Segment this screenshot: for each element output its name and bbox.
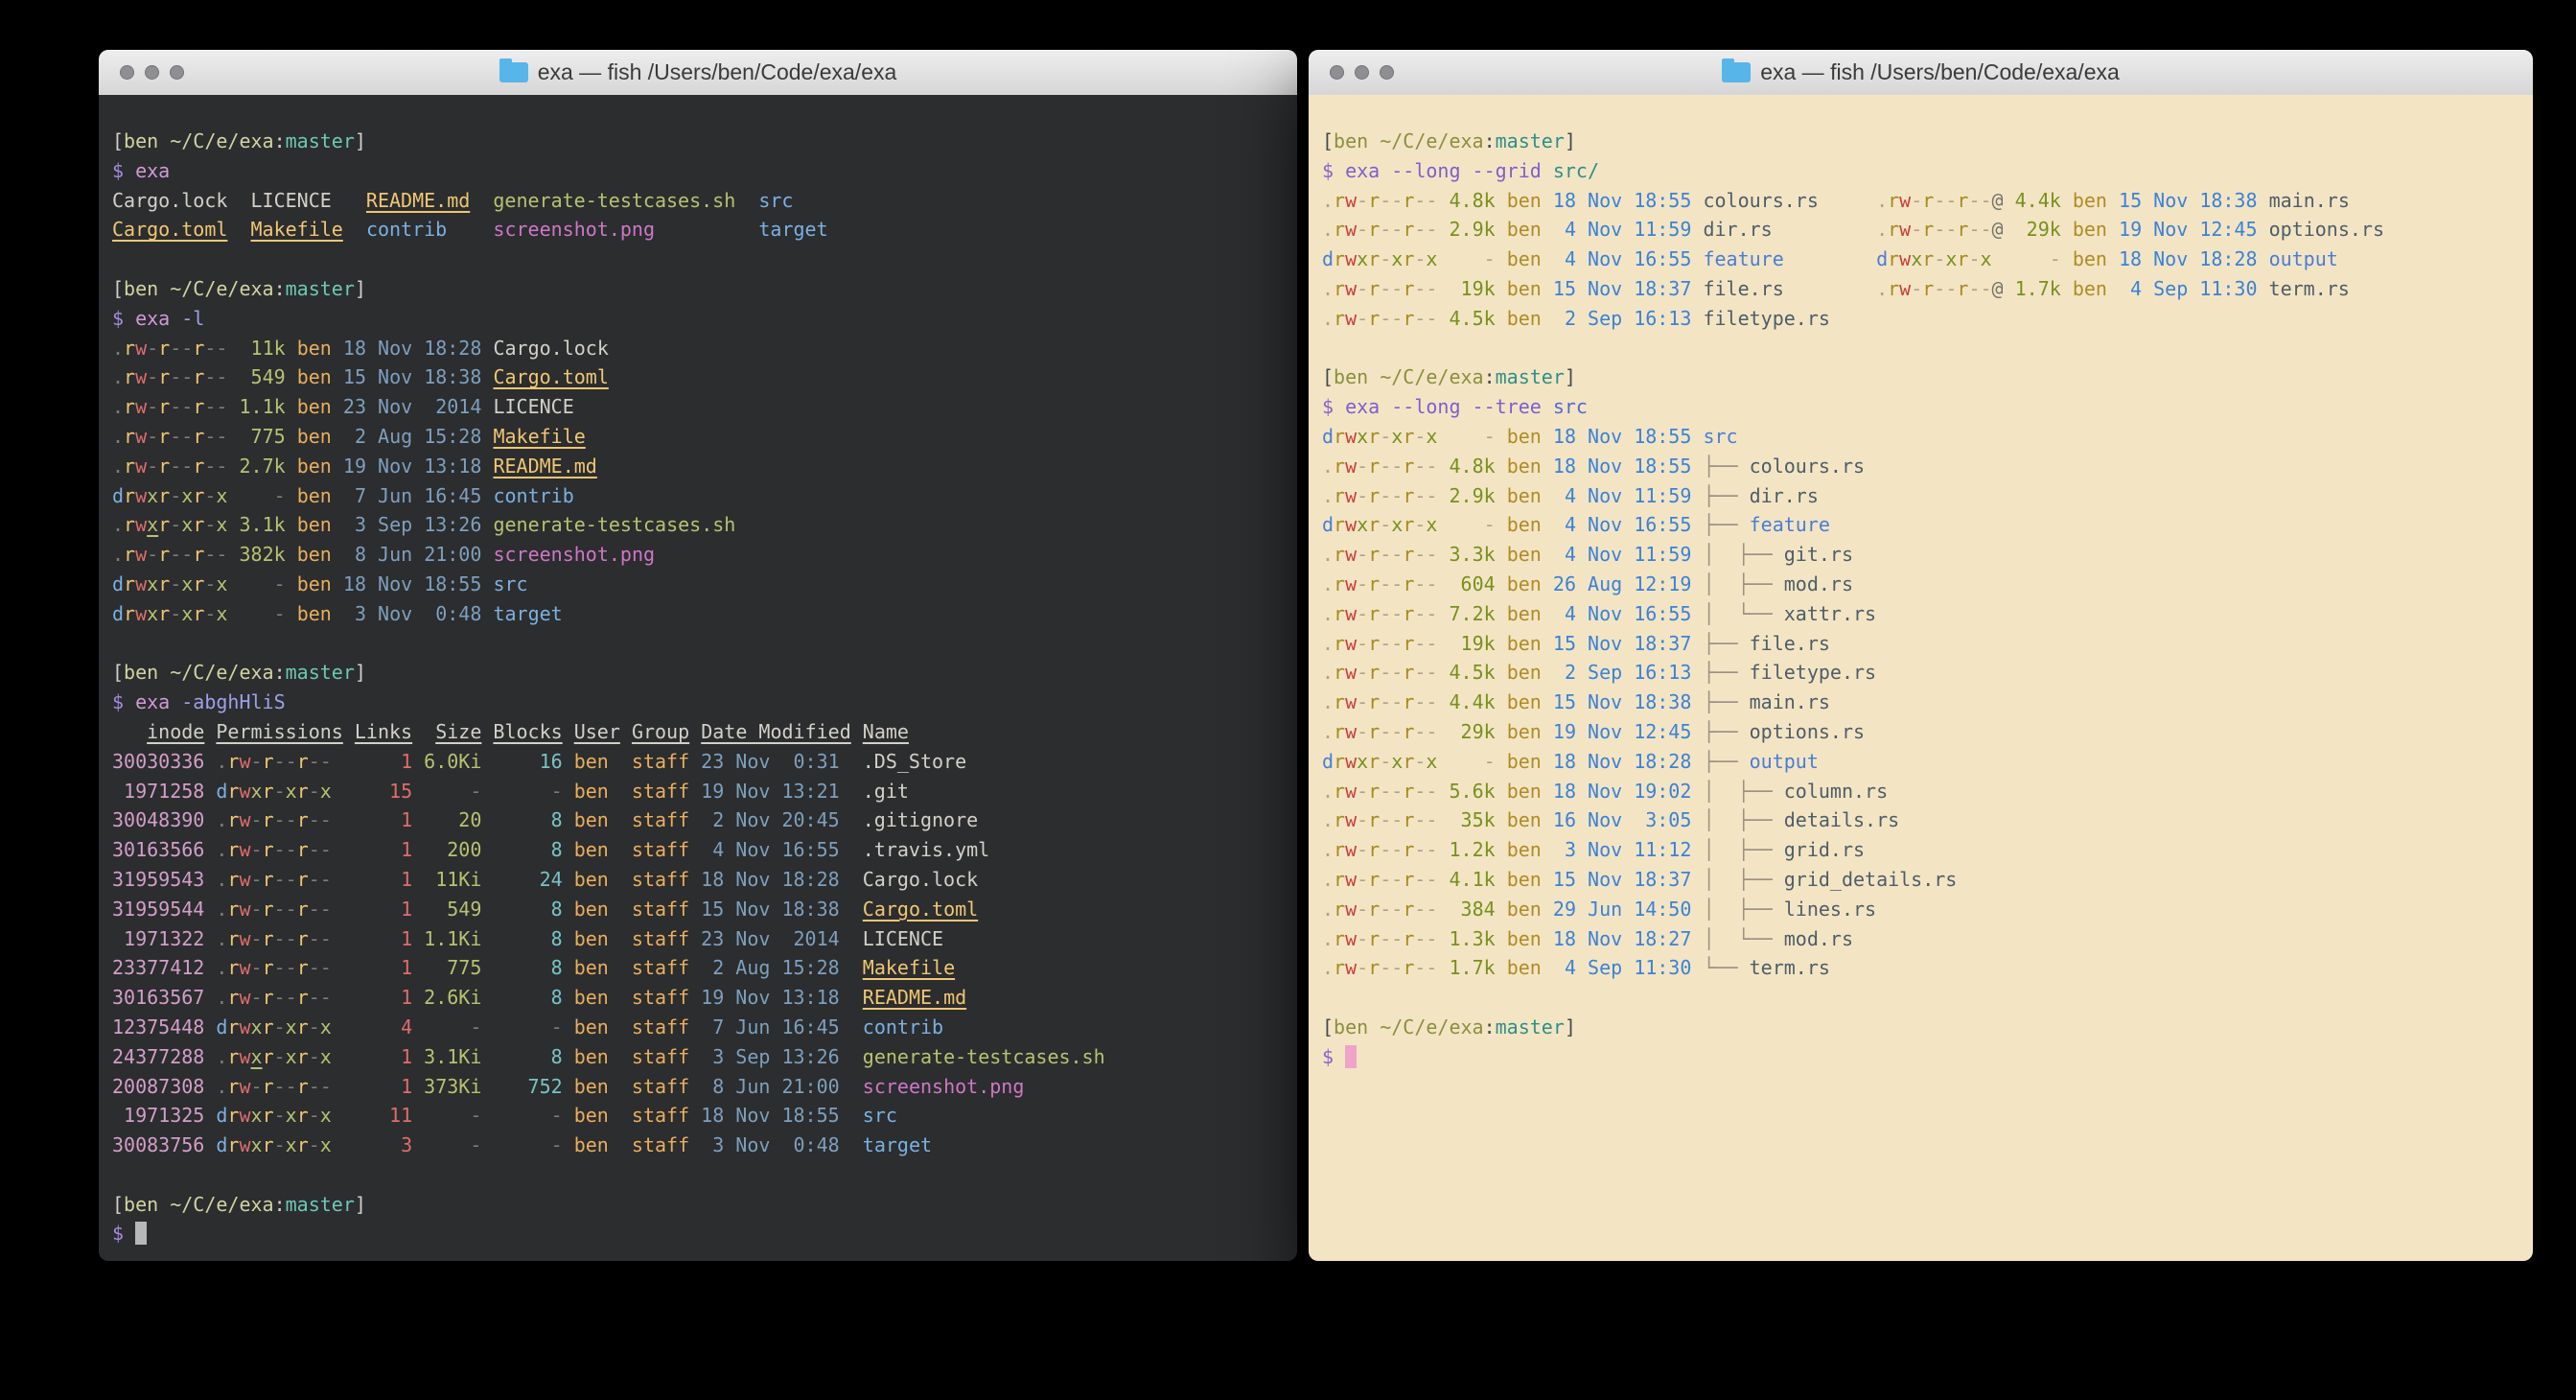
terminal-line: [ben ~/C/e/exa:master] [1322,362,2519,392]
terminal-line: $ exa [112,156,1284,186]
zoom-button[interactable] [170,65,184,80]
terminal-line: .rw-r--r-- 19k ben 15 Nov 18:37 file.rs … [1322,274,2519,304]
terminal-line: .rw-r--r-- 3.3k ben 4 Nov 11:59 │ ├── gi… [1322,540,2519,570]
terminal-viewport-right[interactable]: [ben ~/C/e/exa:master]$ exa --long --gri… [1309,95,2533,1261]
terminal-line: $ exa -l [112,304,1284,334]
close-button[interactable] [120,65,134,80]
window-controls [1330,50,1394,95]
terminal-line: .rw-r--r-- 7.2k ben 4 Nov 16:55 │ └── xa… [1322,599,2519,629]
window-title: exa — fish /Users/ben/Code/exa/exa [1722,59,2120,85]
terminal-line: [ben ~/C/e/exa:master] [112,274,1284,304]
terminal-line: drwxr-xr-x - ben 18 Nov 18:28 ├── output [1322,747,2519,777]
terminal-line: $ exa -abghHliS [112,688,1284,717]
terminal-line: .rw-r--r-- 2.7k ben 19 Nov 13:18 README.… [112,452,1284,481]
terminal-line: 30163566 .rw-r--r-- 1 200 8 ben staff 4 … [112,835,1284,865]
terminal-line: .rw-r--r-- 775 ben 2 Aug 15:28 Makefile [112,422,1284,452]
title-bar[interactable]: exa — fish /Users/ben/Code/exa/exa [1309,50,2533,96]
terminal-line: .rw-r--r-- 4.8k ben 18 Nov 18:55 colours… [1322,186,2519,216]
terminal-line: .rw-r--r-- 4.5k ben 2 Sep 16:13 filetype… [1322,304,2519,334]
terminal-line: 1971322 .rw-r--r-- 1 1.1Ki 8 ben staff 2… [112,924,1284,954]
terminal-line: $ [112,1219,1284,1248]
text-cursor [1345,1045,1357,1068]
terminal-line: 31959543 .rw-r--r-- 1 11Ki 24 ben staff … [112,865,1284,895]
terminal-line: .rw-r--r-- 4.5k ben 2 Sep 16:13 ├── file… [1322,658,2519,688]
zoom-button[interactable] [1380,65,1394,80]
terminal-line: 1971258 drwxr-xr-x 15 - - ben staff 19 N… [112,777,1284,806]
terminal-line [1322,334,2519,363]
terminal-line: $ exa --long --tree src [1322,392,2519,422]
window-controls [120,50,184,95]
terminal-line: .rw-r--r-- 4.1k ben 15 Nov 18:37 │ ├── g… [1322,865,2519,895]
terminal-line: 30048390 .rw-r--r-- 1 20 8 ben staff 2 N… [112,805,1284,835]
terminal-line: .rw-r--r-- 2.9k ben 4 Nov 11:59 ├── dir.… [1322,481,2519,511]
terminal-line: .rw-r--r-- 604 ben 26 Aug 12:19 │ ├── mo… [1322,570,2519,599]
folder-icon [1722,62,1751,82]
terminal-line [112,245,1284,274]
terminal-line: .rw-r--r-- 5.6k ben 18 Nov 19:02 │ ├── c… [1322,777,2519,806]
terminal-line: Cargo.lock LICENCE README.md generate-te… [112,186,1284,216]
minimize-button[interactable] [1355,65,1369,80]
terminal-line: .rw-r--r-- 11k ben 18 Nov 18:28 Cargo.lo… [112,334,1284,363]
terminal-line: 30083756 drwxr-xr-x 3 - - ben staff 3 No… [112,1131,1284,1160]
window-title: exa — fish /Users/ben/Code/exa/exa [499,59,897,85]
terminal-line [1322,983,2519,1013]
terminal-line: drwxr-xr-x - ben 3 Nov 0:48 target [112,599,1284,629]
terminal-line: inode Permissions Links Size Blocks User… [112,717,1284,747]
close-button[interactable] [1330,65,1344,80]
terminal-line: .rw-r--r-- 1.7k ben 4 Sep 11:30 └── term… [1322,953,2519,983]
terminal-line [112,1160,1284,1190]
terminal-line: 30163567 .rw-r--r-- 1 2.6Ki 8 ben staff … [112,983,1284,1013]
terminal-line: .rw-r--r-- 4.8k ben 18 Nov 18:55 ├── col… [1322,452,2519,481]
terminal-line: .rw-r--r-- 4.4k ben 15 Nov 18:38 ├── mai… [1322,688,2519,717]
terminal-line: 23377412 .rw-r--r-- 1 775 8 ben staff 2 … [112,953,1284,983]
terminal-line: 31959544 .rw-r--r-- 1 549 8 ben staff 15… [112,895,1284,924]
minimize-button[interactable] [145,65,159,80]
terminal-line: .rw-r--r-- 29k ben 19 Nov 12:45 ├── opti… [1322,717,2519,747]
terminal-line: drwxr-xr-x - ben 18 Nov 18:55 src [1322,422,2519,452]
terminal-line: [ben ~/C/e/exa:master] [1322,127,2519,156]
terminal-line: 30030336 .rw-r--r-- 1 6.0Ki 16 ben staff… [112,747,1284,777]
terminal-line: $ exa --long --grid src/ [1322,156,2519,186]
terminal-line: .rw-r--r-- 382k ben 8 Jun 21:00 screensh… [112,540,1284,570]
terminal-line: .rw-r--r-- 1.2k ben 3 Nov 11:12 │ ├── gr… [1322,835,2519,865]
terminal-line: 20087308 .rw-r--r-- 1 373Ki 752 ben staf… [112,1072,1284,1102]
desktop: { "chrome": { "traffic_light_color": "#8… [0,0,2576,1400]
terminal-line: .rw-r--r-- 1.3k ben 18 Nov 18:27 │ └── m… [1322,924,2519,954]
terminal-line: 24377288 .rwxr-xr-x 1 3.1Ki 8 ben staff … [112,1042,1284,1072]
terminal-line: drwxr-xr-x - ben 4 Nov 16:55 ├── feature [1322,510,2519,540]
terminal-window-right: exa — fish /Users/ben/Code/exa/exa [ben … [1309,50,2533,1261]
terminal-line [112,629,1284,659]
terminal-line: .rw-r--r-- 384 ben 29 Jun 14:50 │ ├── li… [1322,895,2519,924]
terminal-line: [ben ~/C/e/exa:master] [112,1190,1284,1220]
terminal-line: Cargo.toml Makefile contrib screenshot.p… [112,215,1284,245]
window-title-text: exa — fish /Users/ben/Code/exa/exa [1760,59,2120,85]
terminal-line: drwxr-xr-x - ben 18 Nov 18:55 src [112,570,1284,599]
folder-icon [499,62,528,82]
terminal-line: 12375448 drwxr-xr-x 4 - - ben staff 7 Ju… [112,1013,1284,1042]
terminal-line: [ben ~/C/e/exa:master] [112,658,1284,688]
window-title-text: exa — fish /Users/ben/Code/exa/exa [538,59,897,85]
terminal-line: .rwxr-xr-x 3.1k ben 3 Sep 13:26 generate… [112,510,1284,540]
terminal-line: .rw-r--r-- 35k ben 16 Nov 3:05 │ ├── det… [1322,805,2519,835]
terminal-line: [ben ~/C/e/exa:master] [1322,1013,2519,1042]
terminal-line: 1971325 drwxr-xr-x 11 - - ben staff 18 N… [112,1101,1284,1131]
terminal-line: [ben ~/C/e/exa:master] [112,127,1284,156]
terminal-viewport-left[interactable]: [ben ~/C/e/exa:master]$ exaCargo.lock LI… [99,95,1297,1261]
terminal-line: drwxr-xr-x - ben 4 Nov 16:55 feature drw… [1322,245,2519,274]
terminal-line: $ [1322,1042,2519,1072]
title-bar[interactable]: exa — fish /Users/ben/Code/exa/exa [99,50,1297,96]
terminal-line: .rw-r--r-- 19k ben 15 Nov 18:37 ├── file… [1322,629,2519,659]
terminal-line: .rw-r--r-- 1.1k ben 23 Nov 2014 LICENCE [112,392,1284,422]
terminal-line: .rw-r--r-- 2.9k ben 4 Nov 11:59 dir.rs .… [1322,215,2519,245]
terminal-window-left: exa — fish /Users/ben/Code/exa/exa [ben … [99,50,1297,1261]
terminal-line: .rw-r--r-- 549 ben 15 Nov 18:38 Cargo.to… [112,362,1284,392]
terminal-line: drwxr-xr-x - ben 7 Jun 16:45 contrib [112,481,1284,511]
text-cursor [135,1222,147,1245]
